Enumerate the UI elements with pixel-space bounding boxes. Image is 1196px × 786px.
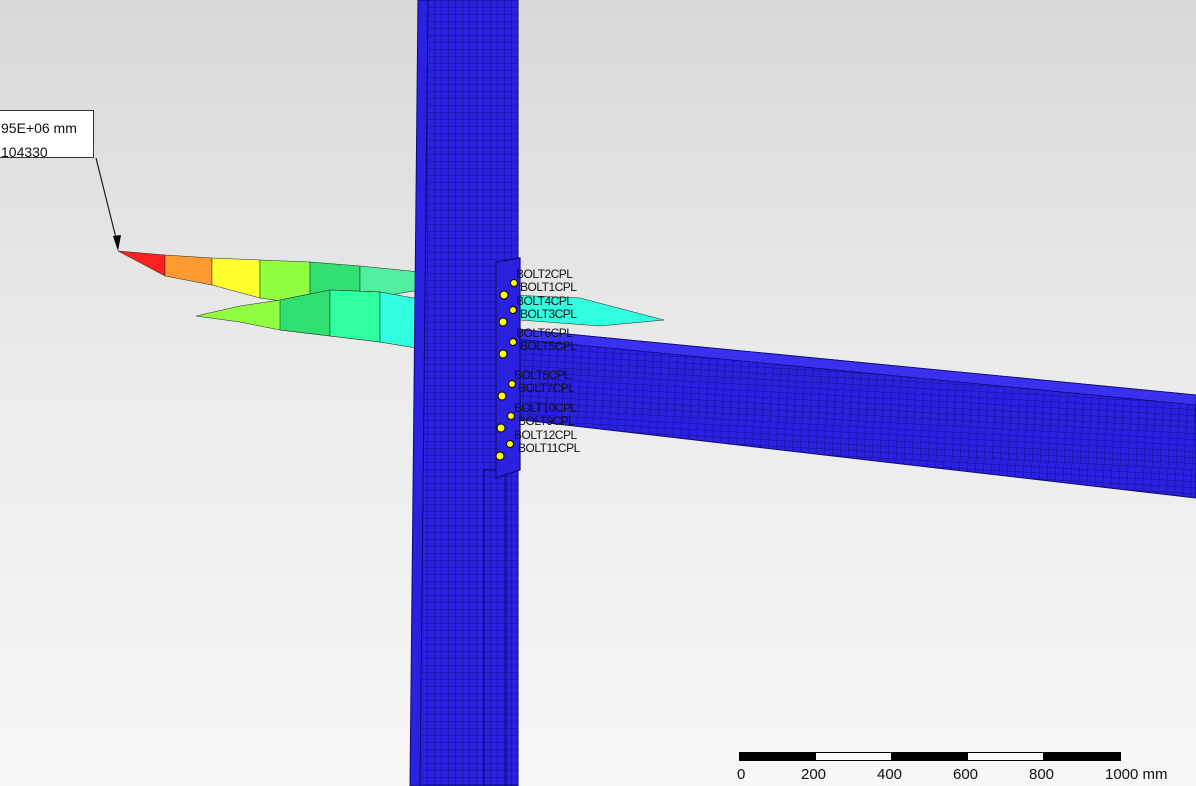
scale-tick-label: 400 [877, 766, 903, 783]
bolt-label: BOLT11CPL [518, 441, 580, 455]
probe-leader-arrow [95, 157, 121, 251]
scale-tick-label: 600 [953, 766, 979, 783]
bolt-label: BOLT6CPL [516, 326, 573, 340]
bolt-marker [499, 290, 509, 300]
scale-tick-label: 200 [801, 766, 827, 783]
bolt-label: BOLT3CPL [520, 307, 577, 321]
scale-tick-label: 0 [737, 766, 746, 783]
probe-id-line: 104330 [1, 144, 48, 160]
bolt-label: BOLT4CPL [516, 294, 573, 308]
bolt-marker [498, 317, 508, 327]
bolt-label: BOLT5CPL [520, 339, 577, 353]
scale-segment [891, 752, 968, 761]
bolt-label: BOLT8CPL [514, 368, 571, 382]
scale-segment [739, 752, 816, 761]
probe-annotation: 95E+06 mm 104330 [0, 110, 94, 160]
bolt-label: BOLT1CPL [520, 280, 577, 294]
bolt-label: BOLT12CPL [514, 428, 577, 442]
scale-segment [815, 752, 892, 761]
bolt-marker [497, 391, 507, 401]
bolt-marker [496, 423, 506, 433]
scale-segment [967, 752, 1044, 761]
scale-tick-label: 1000 mm [1105, 766, 1168, 783]
bolt-label: BOLT7CPL [518, 381, 575, 395]
bolt-marker [495, 451, 505, 461]
bolt-marker [506, 440, 514, 448]
scale-bar: 0 200 400 600 800 1000 mm [737, 752, 1168, 786]
probe-value-line: 95E+06 mm [1, 120, 77, 136]
beam-mesh [504, 327, 1196, 499]
scale-tick-label: 800 [1029, 766, 1055, 783]
bolt-marker [498, 349, 508, 359]
scale-segment [1043, 752, 1121, 761]
fea-model-viewport[interactable] [0, 0, 1196, 786]
bolt-label: BOLT9CPL [518, 414, 575, 428]
bolt-label: BOLT2CPL [516, 267, 573, 281]
bolt-label: BOLT10CPL [514, 401, 577, 415]
